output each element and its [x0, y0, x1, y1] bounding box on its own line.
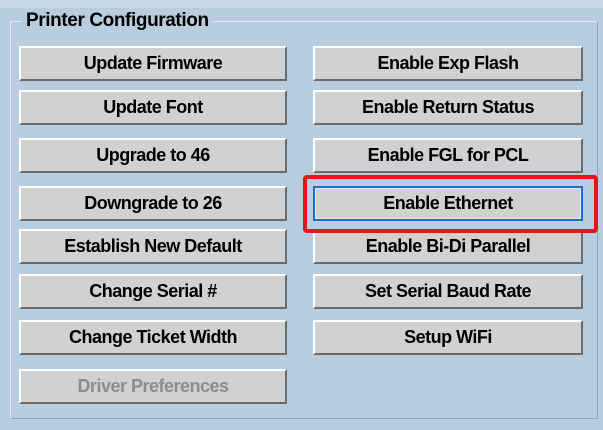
establish-new-default-button[interactable]: Establish New Default	[19, 229, 287, 264]
enable-exp-flash-button[interactable]: Enable Exp Flash	[313, 46, 583, 81]
change-serial-button[interactable]: Change Serial #	[19, 274, 287, 309]
enable-fgl-for-pcl-button[interactable]: Enable FGL for PCL	[313, 138, 583, 173]
enable-ethernet-button[interactable]: Enable Ethernet	[313, 186, 583, 221]
change-ticket-width-button[interactable]: Change Ticket Width	[19, 320, 287, 355]
window-top-edge	[0, 0, 603, 8]
update-font-button[interactable]: Update Font	[19, 90, 287, 125]
enable-bidi-parallel-button[interactable]: Enable Bi-Di Parallel	[313, 229, 583, 264]
enable-return-status-button[interactable]: Enable Return Status	[313, 90, 583, 125]
update-firmware-button[interactable]: Update Firmware	[19, 46, 287, 81]
group-title: Printer Configuration	[22, 8, 213, 34]
upgrade-to-46-button[interactable]: Upgrade to 46	[19, 138, 287, 173]
driver-preferences-button: Driver Preferences	[19, 369, 287, 404]
downgrade-to-26-button[interactable]: Downgrade to 26	[19, 186, 287, 221]
set-serial-baud-rate-button[interactable]: Set Serial Baud Rate	[313, 274, 583, 309]
setup-wifi-button[interactable]: Setup WiFi	[313, 320, 583, 355]
